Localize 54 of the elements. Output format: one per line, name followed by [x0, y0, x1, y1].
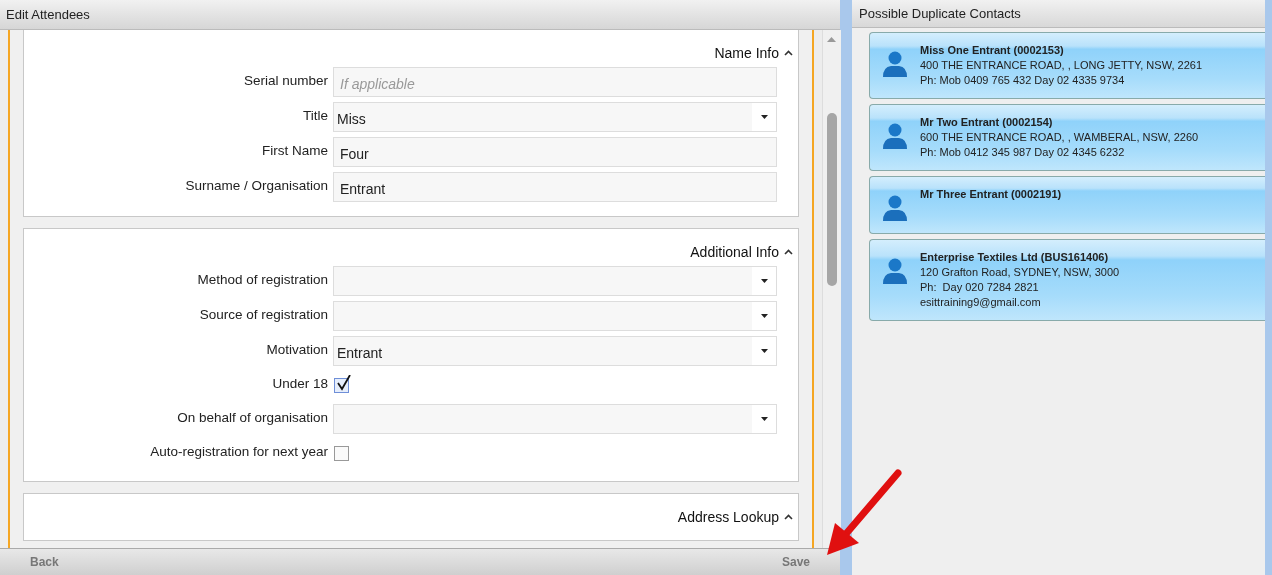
field-label: Serial number: [242, 72, 329, 88]
contact-card[interactable]: Mr Two Entrant (0002154) 600 THE ENTRANCE ROAD, , WAMBERAL, NSW, 2260 Ph: Mob 0412 345 987 Day 02 4345 6232: [869, 104, 1265, 171]
contact-card[interactable]: Enterprise Textiles Ltd (BUS161406) 120 Grafton Road, SYDNEY, NSW, 3000 Ph: Day 020 7284 2821 esittraining9@gmail.com: [869, 239, 1265, 321]
contact-detail: 400 THE ENTRANCE ROAD, , LONG JETTY, NSW, 2261: [920, 58, 1202, 73]
field-label: Method of registration: [196, 271, 329, 287]
contact-name: Miss One Entrant (0002153): [920, 43, 1065, 58]
select-field[interactable]: [333, 266, 777, 296]
field-label: Motivation: [265, 341, 329, 357]
dropdown-caret-icon: [760, 349, 768, 353]
field-label: Source of registration: [198, 306, 329, 322]
select-field[interactable]: [333, 404, 777, 434]
checkbox[interactable]: [334, 377, 349, 393]
contact-name: Mr Two Entrant (0002154): [920, 115, 1054, 130]
contact-detail: Ph: Mob 0409 765 432 Day 02 4335 9734: [920, 73, 1126, 88]
section-title: Address Lookup: [677, 509, 779, 525]
text-field[interactable]: Four: [333, 137, 777, 167]
field-label: Surname / Organisation: [184, 177, 329, 193]
field-label: Auto-registration for next year: [149, 443, 329, 459]
scroll-up-icon[interactable]: [827, 37, 836, 42]
select-field[interactable]: [333, 301, 777, 331]
person-icon: [880, 121, 910, 151]
collapse-toggle[interactable]: [784, 50, 793, 56]
panel-title: Possible Duplicate Contacts: [859, 6, 1021, 21]
field-label: Under 18: [271, 375, 329, 391]
scrollbar-thumb[interactable]: [827, 113, 837, 286]
section-title: Name Info: [714, 45, 779, 61]
contact-detail: Ph: Day 020 7284 2821: [920, 280, 1040, 295]
person-icon: [880, 256, 910, 286]
contact-name: Enterprise Textiles Ltd (BUS161406): [920, 250, 1110, 265]
field-label: On behalf of organisation: [176, 409, 329, 425]
contact-card[interactable]: Mr Three Entrant (0002191): [869, 176, 1265, 234]
text-field[interactable]: Entrant: [333, 172, 777, 202]
section-title: Additional Info: [690, 244, 779, 260]
field-label: Title: [302, 107, 329, 123]
contact-name: Mr Three Entrant (0002191): [920, 187, 1062, 202]
contact-detail: Ph: Mob 0412 345 987 Day 02 4345 6232: [920, 145, 1126, 160]
contact-detail: esittraining9@gmail.com: [920, 295, 1042, 310]
checkbox[interactable]: [334, 445, 349, 461]
dropdown-caret-icon: [760, 314, 768, 318]
window-title: Edit Attendees: [6, 7, 90, 22]
dropdown-caret-icon: [760, 115, 768, 119]
contact-detail: 120 Grafton Road, SYDNEY, NSW, 3000: [920, 265, 1120, 280]
contact-card[interactable]: Miss One Entrant (0002153) 400 THE ENTRANCE ROAD, , LONG JETTY, NSW, 2261 Ph: Mob 0409 765 432 Day 02 4335 9734: [869, 32, 1265, 99]
select-field[interactable]: Entrant: [333, 336, 777, 366]
contact-detail: 600 THE ENTRANCE ROAD, , WAMBERAL, NSW, 2260: [920, 130, 1199, 145]
field-label: First Name: [261, 142, 329, 158]
dropdown-caret-icon: [760, 279, 768, 283]
select-field[interactable]: Miss: [333, 102, 777, 132]
collapse-toggle[interactable]: [784, 249, 793, 255]
collapse-toggle[interactable]: [784, 514, 793, 520]
text-field[interactable]: If applicable: [333, 67, 777, 97]
person-icon: [880, 49, 910, 79]
dropdown-caret-icon: [760, 417, 768, 421]
person-icon: [880, 193, 910, 223]
